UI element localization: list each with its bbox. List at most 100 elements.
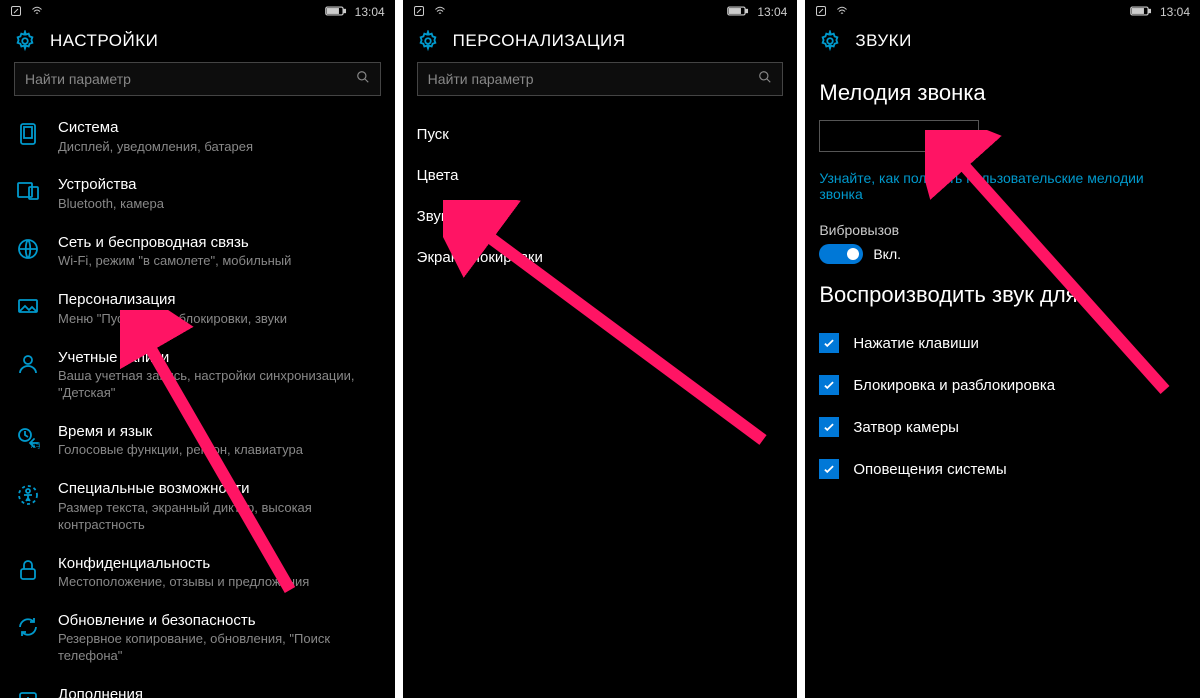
ringtone-dropdown[interactable] xyxy=(819,120,979,152)
time-language-icon: A字 xyxy=(14,424,42,452)
checkbox-checked-icon xyxy=(819,375,839,395)
settings-item-title: Персонализация xyxy=(58,290,381,310)
page-title: ПЕРСОНАЛИЗАЦИЯ xyxy=(453,31,626,51)
rotation-lock-icon xyxy=(413,5,425,20)
lock-icon xyxy=(14,556,42,584)
settings-item-sub: Меню "Пуск", экран блокировки, звуки xyxy=(58,311,381,328)
battery-icon xyxy=(1130,5,1152,20)
search-placeholder: Найти параметр xyxy=(428,71,534,87)
settings-item-title: Устройства xyxy=(58,175,381,195)
search-icon xyxy=(758,70,772,89)
settings-item-sub: Ваша учетная запись, настройки синхрониз… xyxy=(58,368,381,402)
rotation-lock-icon xyxy=(10,5,22,20)
vibrate-toggle[interactable]: Вкл. xyxy=(819,244,1186,264)
accounts-icon xyxy=(14,350,42,378)
personalization-list: Пуск Цвета Звуки Экран блокировки xyxy=(403,108,798,698)
settings-item-ease-of-access[interactable]: Специальные возможности Размер текста, э… xyxy=(14,469,381,543)
rotation-lock-icon xyxy=(815,5,827,20)
personalization-screen: 13:04 ПЕРСОНАЛИЗАЦИЯ Найти параметр Пуск… xyxy=(403,0,798,698)
settings-item-extras[interactable]: Дополнения xyxy=(14,675,381,698)
checkbox-lock-unlock[interactable]: Блокировка и разблокировка xyxy=(819,364,1186,406)
sounds-screen: 13:04 ЗВУКИ Мелодия звонка Узнайте, как … xyxy=(805,0,1200,698)
checkbox-system-notifications[interactable]: Оповещения системы xyxy=(819,448,1186,490)
gear-icon xyxy=(14,30,36,52)
settings-item-sub: Wi-Fi, режим "в самолете", мобильный xyxy=(58,253,381,270)
settings-item-title: Специальные возможности xyxy=(58,479,381,499)
search-icon xyxy=(356,70,370,89)
ringtone-heading: Мелодия звонка xyxy=(819,80,1186,106)
page-header: ПЕРСОНАЛИЗАЦИЯ xyxy=(403,24,798,62)
settings-item-title: Время и язык xyxy=(58,422,381,442)
list-item-start[interactable]: Пуск xyxy=(417,114,784,155)
settings-root-screen: 13:04 НАСТРОЙКИ Найти параметр Система Д… xyxy=(0,0,395,698)
gear-icon[interactable] xyxy=(819,30,841,52)
checkbox-keypress[interactable]: Нажатие клавиши xyxy=(819,322,1186,364)
toggle-slider xyxy=(819,244,863,264)
settings-item-privacy[interactable]: Конфиденциальность Местоположение, отзыв… xyxy=(14,544,381,601)
settings-item-system[interactable]: Система Дисплей, уведомления, батарея xyxy=(14,108,381,165)
list-item-sounds[interactable]: Звуки xyxy=(417,196,784,237)
settings-item-network[interactable]: Сеть и беспроводная связь Wi-Fi, режим "… xyxy=(14,223,381,280)
battery-icon xyxy=(727,5,749,20)
checkbox-label: Блокировка и разблокировка xyxy=(853,377,1055,394)
system-icon xyxy=(14,120,42,148)
settings-item-title: Учетные записи xyxy=(58,348,381,368)
toggle-state-label: Вкл. xyxy=(873,246,901,262)
svg-text:A字: A字 xyxy=(31,441,40,450)
settings-item-title: Система xyxy=(58,118,381,138)
play-sound-heading: Воспроизводить звук для xyxy=(819,282,1186,308)
clock-text: 13:04 xyxy=(1160,5,1190,19)
status-bar: 13:04 xyxy=(805,0,1200,24)
checkbox-label: Нажатие клавиши xyxy=(853,335,979,352)
gear-icon[interactable] xyxy=(417,30,439,52)
page-title: НАСТРОЙКИ xyxy=(50,31,158,51)
settings-item-update[interactable]: Обновление и безопасность Резервное копи… xyxy=(14,601,381,675)
globe-icon xyxy=(14,235,42,263)
checkbox-checked-icon xyxy=(819,417,839,437)
search-placeholder: Найти параметр xyxy=(25,71,131,87)
settings-item-title: Сеть и беспроводная связь xyxy=(58,233,381,253)
status-bar: 13:04 xyxy=(0,0,395,24)
checkbox-label: Затвор камеры xyxy=(853,419,959,436)
settings-item-sub: Размер текста, экранный диктор, высокая … xyxy=(58,500,381,534)
settings-item-title: Конфиденциальность xyxy=(58,554,381,574)
wifi-icon xyxy=(433,5,447,20)
settings-item-sub: Дисплей, уведомления, батарея xyxy=(58,139,381,156)
status-bar: 13:04 xyxy=(403,0,798,24)
settings-item-sub: Резервное копирование, обновления, "Поис… xyxy=(58,631,381,665)
settings-item-accounts[interactable]: Учетные записи Ваша учетная запись, наст… xyxy=(14,338,381,412)
search-input[interactable]: Найти параметр xyxy=(417,62,784,96)
list-item-lockscreen[interactable]: Экран блокировки xyxy=(417,237,784,278)
chevron-down-icon xyxy=(956,127,968,145)
wifi-icon xyxy=(30,5,44,20)
battery-icon xyxy=(325,5,347,20)
sounds-content: Мелодия звонка Узнайте, как получить пол… xyxy=(805,62,1200,698)
vibrate-label: Вибровызов xyxy=(819,222,1186,238)
update-icon xyxy=(14,613,42,641)
personalization-icon xyxy=(14,292,42,320)
extras-icon xyxy=(14,687,42,698)
checkbox-checked-icon xyxy=(819,333,839,353)
list-item-colors[interactable]: Цвета xyxy=(417,155,784,196)
clock-text: 13:04 xyxy=(355,5,385,19)
devices-icon xyxy=(14,177,42,205)
page-title: ЗВУКИ xyxy=(855,31,911,51)
wifi-icon xyxy=(835,5,849,20)
checkbox-camera-shutter[interactable]: Затвор камеры xyxy=(819,406,1186,448)
settings-item-time-language[interactable]: A字 Время и язык Голосовые функции, регио… xyxy=(14,412,381,469)
settings-item-sub: Местоположение, отзывы и предложения xyxy=(58,574,381,591)
settings-item-sub: Голосовые функции, регион, клавиатура xyxy=(58,442,381,459)
settings-item-title: Дополнения xyxy=(58,685,381,698)
clock-text: 13:04 xyxy=(757,5,787,19)
settings-item-devices[interactable]: Устройства Bluetooth, камера xyxy=(14,165,381,222)
search-input[interactable]: Найти параметр xyxy=(14,62,381,96)
settings-item-title: Обновление и безопасность xyxy=(58,611,381,631)
ease-of-access-icon xyxy=(14,481,42,509)
checkbox-checked-icon xyxy=(819,459,839,479)
page-header: ЗВУКИ xyxy=(805,24,1200,62)
settings-item-personalization[interactable]: Персонализация Меню "Пуск", экран блокир… xyxy=(14,280,381,337)
custom-ringtones-link[interactable]: Узнайте, как получить пользовательские м… xyxy=(819,170,1186,202)
settings-list: Система Дисплей, уведомления, батарея Ус… xyxy=(0,108,395,698)
settings-item-sub: Bluetooth, камера xyxy=(58,196,381,213)
checkbox-label: Оповещения системы xyxy=(853,461,1006,478)
